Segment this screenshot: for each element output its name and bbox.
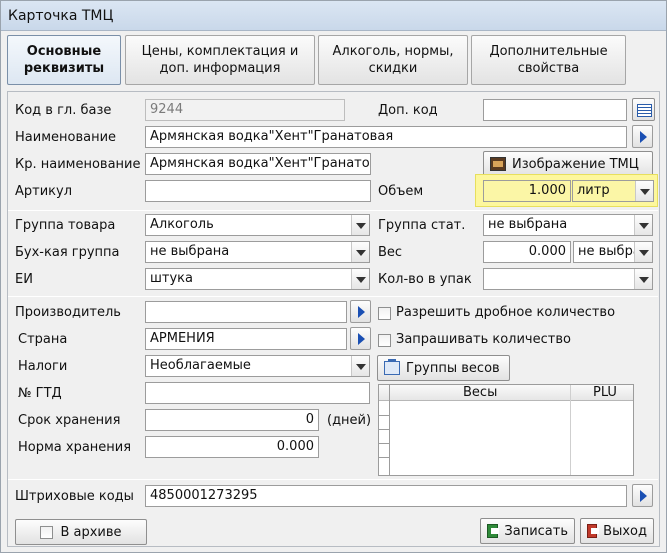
grid-column-divider — [570, 385, 571, 475]
short-name-label: Кр. наименование — [15, 157, 141, 172]
chevron-down-icon[interactable] — [351, 269, 369, 289]
grid-row-marker — [379, 415, 389, 416]
manufacturer-select-icon[interactable] — [350, 300, 371, 323]
tab-prices[interactable]: Цены, комплектация и доп. информация — [125, 35, 315, 85]
window-title: Карточка ТМЦ — [8, 8, 114, 24]
extra-code-field[interactable] — [483, 99, 627, 121]
weight-groups-button[interactable]: Группы весов — [377, 355, 510, 381]
article-field[interactable] — [145, 180, 371, 202]
grid-indicator-column — [389, 385, 390, 475]
exit-button[interactable]: Выход — [580, 518, 654, 544]
acc-group-label: Бух-кая группа — [15, 245, 120, 260]
taxes-select[interactable]: Необлагаемые — [145, 355, 370, 377]
ask-qty-checkbox[interactable] — [378, 334, 391, 347]
tab-extra-properties[interactable]: Дополнительные свойства — [471, 35, 626, 85]
scales-header-plu: PLU — [593, 385, 617, 400]
stat-group-label: Группа стат. — [378, 218, 466, 233]
chevron-down-icon[interactable] — [634, 242, 652, 262]
stat-group-select[interactable]: не выбрана — [483, 214, 653, 236]
extra-code-label: Доп. код — [378, 103, 438, 118]
manufacturer-label: Производитель — [15, 305, 121, 320]
chevron-down-icon[interactable] — [351, 215, 369, 235]
divider — [8, 479, 658, 480]
chevron-down-icon[interactable] — [351, 356, 369, 376]
chevron-down-icon[interactable] — [634, 269, 652, 289]
volume-field[interactable]: 1.000 — [483, 180, 571, 202]
volume-label: Объем — [378, 184, 424, 199]
tab-main-details[interactable]: Основные реквизиты — [7, 35, 121, 85]
name-label: Наименование — [15, 130, 117, 145]
image-icon — [490, 157, 506, 171]
code-list-icon[interactable] — [632, 98, 655, 121]
scales-header-weights: Весы — [463, 385, 498, 400]
shelf-life-field[interactable]: 0 — [145, 409, 319, 431]
barcodes-expand-icon[interactable] — [632, 484, 653, 507]
storage-norm-label: Норма хранения — [18, 440, 132, 455]
country-select-icon[interactable] — [350, 327, 371, 350]
allow-fraction-checkbox[interactable] — [378, 307, 391, 320]
scales-grid[interactable]: Весы PLU — [378, 384, 634, 476]
product-group-select[interactable]: Алкоголь — [145, 214, 370, 236]
unit-select[interactable]: штука — [145, 268, 370, 290]
chevron-down-icon[interactable] — [635, 181, 653, 201]
name-field[interactable]: Армянская водка"Хент"Гранатовая — [145, 126, 627, 148]
gtd-field[interactable] — [145, 382, 370, 404]
product-card-window: Карточка ТМЦ Основные реквизиты Цены, ко… — [0, 0, 667, 553]
divider — [8, 296, 658, 297]
volume-unit-select[interactable]: литр — [572, 180, 654, 202]
allow-fraction-label: Разрешить дробное количество — [396, 305, 616, 320]
code-label: Код в гл. базе — [15, 103, 112, 118]
archive-toggle[interactable]: В архиве — [15, 519, 147, 545]
weight-unit-select[interactable]: не выбра — [573, 241, 653, 263]
title-bar: Карточка ТМЦ — [1, 1, 666, 31]
unit-label: ЕИ — [15, 272, 33, 287]
acc-group-select[interactable]: не выбрана — [145, 241, 370, 263]
exit-icon — [587, 524, 600, 538]
shelf-life-unit: (дней) — [327, 413, 372, 428]
save-button[interactable]: Записать — [480, 518, 575, 544]
product-group-label: Группа товара — [15, 218, 116, 233]
archive-checkbox[interactable] — [40, 525, 54, 539]
article-label: Артикул — [15, 184, 73, 199]
chevron-down-icon[interactable] — [634, 215, 652, 235]
weight-label: Вес — [378, 245, 403, 260]
ask-qty-label: Запрашивать количество — [396, 332, 571, 347]
name-expand-icon[interactable] — [632, 125, 653, 148]
grid-row-marker — [379, 457, 389, 458]
code-field: 9244 — [145, 99, 345, 121]
taxes-label: Налоги — [18, 359, 68, 374]
save-icon — [487, 524, 500, 538]
manufacturer-field[interactable] — [145, 301, 347, 323]
tab-alcohol[interactable]: Алкоголь, нормы, скидки — [318, 35, 468, 85]
grid-row-marker — [379, 443, 389, 444]
chevron-down-icon[interactable] — [351, 242, 369, 262]
barcodes-field[interactable]: 4850001273295 — [145, 485, 627, 507]
barcodes-label: Штриховые коды — [15, 489, 134, 504]
grid-row-marker — [379, 429, 389, 430]
shelf-life-label: Срок хранения — [18, 413, 121, 428]
pack-qty-label: Кол-во в упак — [378, 272, 472, 287]
scales-icon — [384, 359, 400, 375]
short-name-field[interactable]: Армянская водка"Хент"Гранатовая — [145, 153, 371, 175]
storage-norm-field[interactable]: 0.000 — [145, 436, 319, 458]
country-field[interactable]: АРМЕНИЯ — [145, 328, 347, 350]
weight-field[interactable]: 0.000 — [483, 241, 571, 263]
gtd-label: № ГТД — [18, 386, 62, 401]
divider — [8, 210, 658, 211]
country-label: Страна — [18, 332, 68, 347]
pack-qty-select[interactable] — [483, 268, 653, 290]
